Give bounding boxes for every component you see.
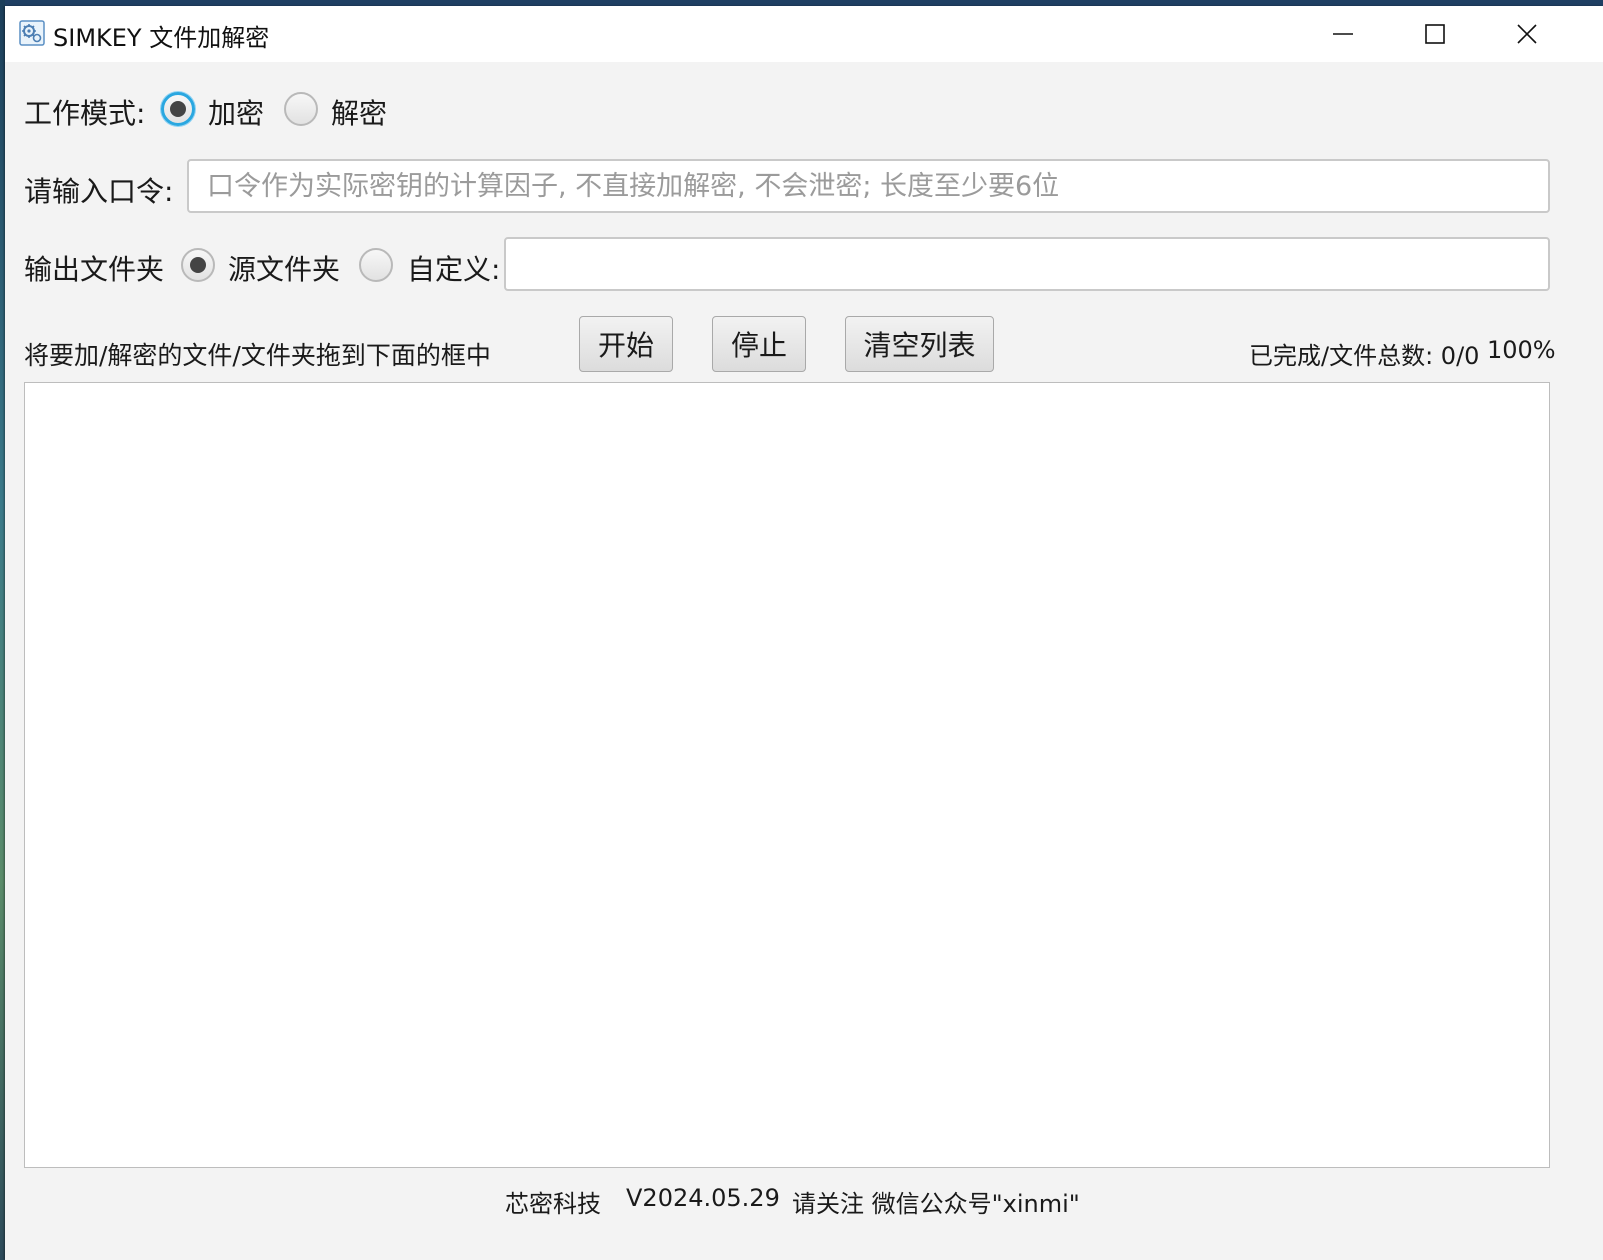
minimize-icon — [1333, 33, 1353, 35]
close-button[interactable] — [1481, 6, 1573, 62]
progress-percent-text: 100% — [1487, 336, 1556, 364]
output-folder-label: 输出文件夹 — [24, 253, 165, 286]
footer-follow-text: 请关注 微信公众号"xinmi" — [792, 1190, 1080, 1218]
minimize-button[interactable] — [1297, 6, 1389, 62]
file-drop-list[interactable] — [24, 382, 1550, 1168]
radio-source-folder[interactable] — [181, 248, 215, 282]
gear-cog-app-icon — [19, 20, 45, 46]
close-icon — [1517, 24, 1537, 44]
footer-version: V2024.05.29 — [626, 1184, 780, 1212]
radio-source-folder-label[interactable]: 源文件夹 — [228, 248, 340, 288]
radio-custom-folder-label[interactable]: 自定义: — [407, 248, 500, 288]
start-button[interactable]: 开始 — [579, 316, 673, 372]
password-input[interactable] — [187, 159, 1550, 213]
stop-button[interactable]: 停止 — [712, 316, 806, 372]
maximize-button[interactable] — [1389, 6, 1481, 62]
window-title: SIMKEY 文件加解密 — [53, 24, 270, 52]
mode-label: 工作模式: — [24, 97, 146, 130]
footer: 芯密科技 V2024.05.29 请关注 微信公众号"xinmi" — [5, 1184, 1603, 1220]
radio-selected-dot — [190, 257, 206, 273]
footer-company: 芯密科技 — [505, 1190, 601, 1218]
radio-encrypt-label[interactable]: 加密 — [208, 92, 264, 132]
clear-list-button[interactable]: 清空列表 — [845, 316, 994, 372]
progress-count-text: 已完成/文件总数: 0/0 — [1249, 342, 1480, 370]
radio-selected-dot — [170, 101, 186, 117]
radio-decrypt-label[interactable]: 解密 — [331, 92, 387, 132]
radio-custom-folder[interactable] — [359, 248, 393, 282]
radio-decrypt[interactable] — [284, 92, 318, 126]
drag-hint-text: 将要加/解密的文件/文件夹拖到下面的框中 — [24, 341, 491, 370]
app-window: SIMKEY 文件加解密 工作模式: 加密 解密 请输入口令: 输出文件夹 — [5, 6, 1603, 1260]
title-bar[interactable]: SIMKEY 文件加解密 — [5, 6, 1603, 62]
password-label: 请输入口令: — [24, 175, 174, 208]
radio-encrypt[interactable] — [161, 92, 195, 126]
maximize-icon — [1425, 24, 1445, 44]
custom-folder-input[interactable] — [504, 237, 1550, 291]
